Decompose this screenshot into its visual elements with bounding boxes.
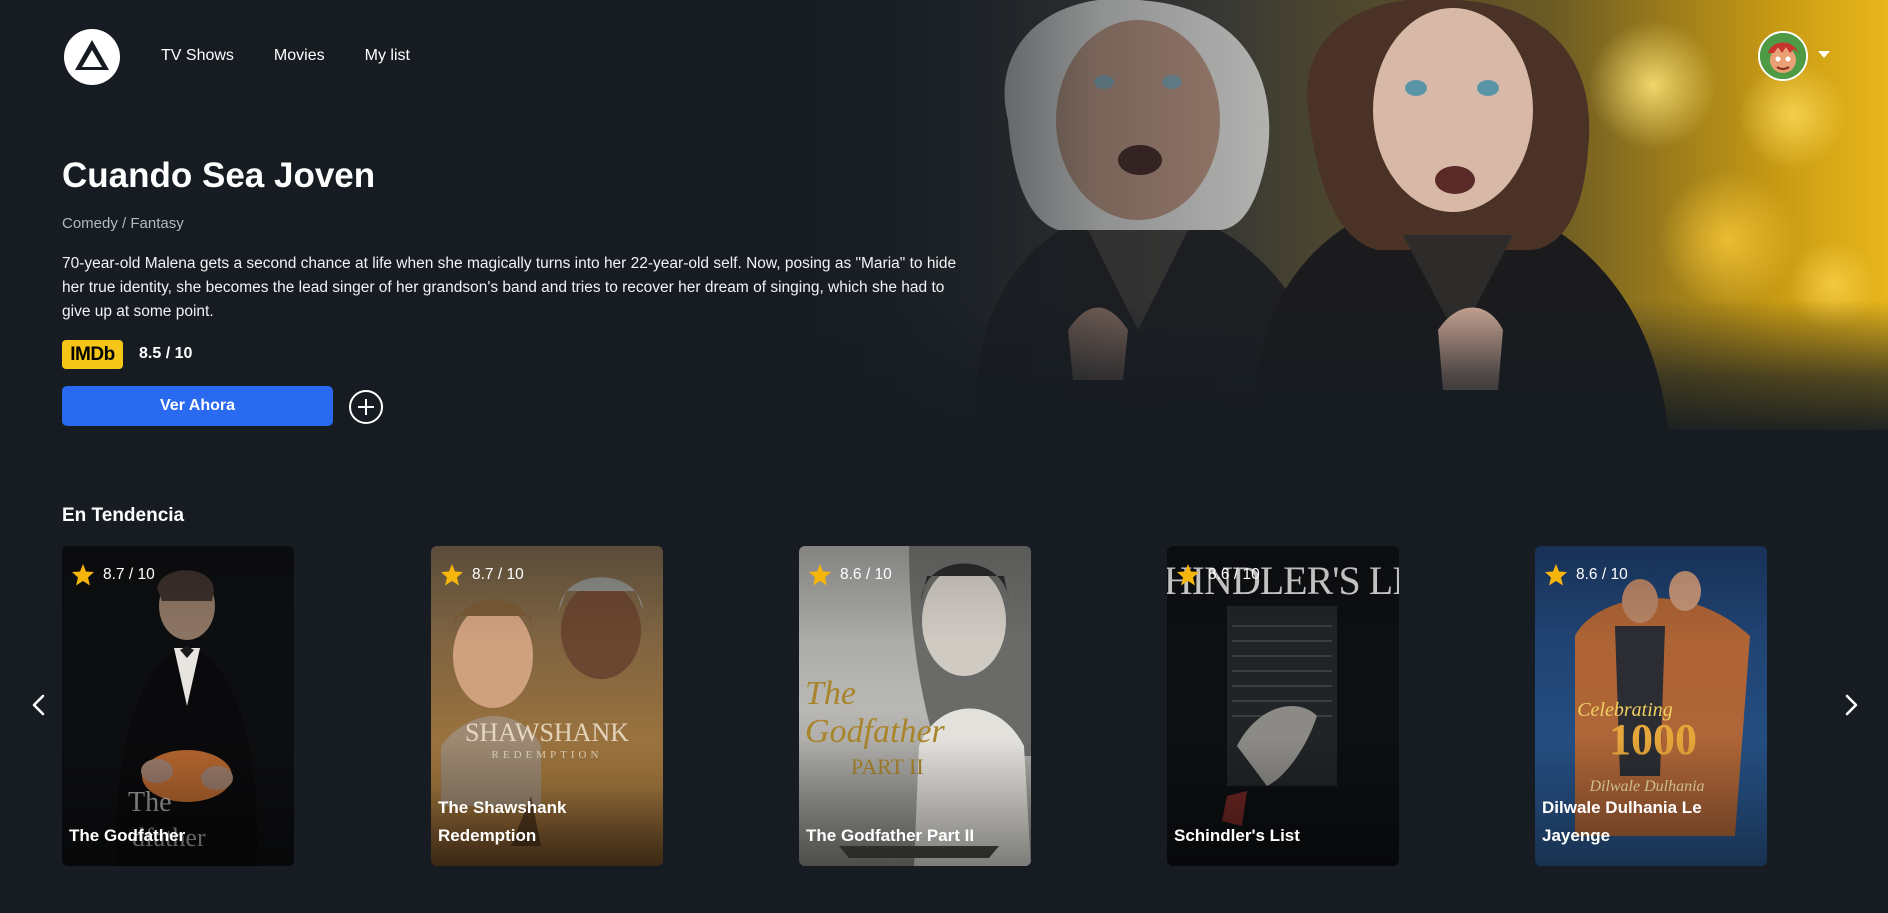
card-rating-value: 8.6 / 10 <box>1576 565 1628 583</box>
main-nav: TV Shows Movies My list <box>161 46 410 65</box>
movie-card[interactable]: SHAWSHANK REDEMPTION 8.7 / 10 The Shawsh… <box>431 546 663 866</box>
star-icon <box>72 564 94 586</box>
hero-title: Cuando Sea Joven <box>62 156 376 195</box>
card-title: Schindler's List <box>1174 826 1300 845</box>
card-rating: 8.6 / 10 <box>808 563 892 586</box>
nav-tv-shows[interactable]: TV Shows <box>161 46 234 65</box>
caret-down-icon[interactable] <box>1818 51 1830 58</box>
card-rating-value: 8.7 / 10 <box>472 565 524 583</box>
imdb-logo-icon: IMDb <box>62 340 123 369</box>
card-rating-value: 8.6 / 10 <box>840 565 892 583</box>
card-rating: 8.7 / 10 <box>71 563 155 586</box>
hero-genre: Comedy / Fantasy <box>62 215 184 232</box>
nav-movies[interactable]: Movies <box>274 46 325 65</box>
card-rating: 8.6 / 10 <box>1544 563 1628 586</box>
card-rating: 8.7 / 10 <box>440 563 524 586</box>
watch-now-button[interactable]: Ver Ahora <box>62 386 333 426</box>
top-navigation-bar: TV Shows Movies My list <box>0 0 1888 110</box>
movie-card[interactable]: The Godfather PART II 8.6 / 10 The Godfa… <box>799 546 1031 866</box>
hero-description: 70-year-old Malena gets a second chance … <box>62 255 957 320</box>
star-icon <box>441 564 463 586</box>
star-icon <box>1177 564 1199 586</box>
star-icon <box>809 564 831 586</box>
plus-circle-icon[interactable] <box>349 390 383 424</box>
chevron-right-icon[interactable] <box>1836 690 1866 720</box>
avatar-image <box>1760 33 1806 79</box>
card-title: The Shawshank Redemption <box>438 798 567 845</box>
trending-section-title: En Tendencia <box>62 505 185 526</box>
star-icon <box>1545 564 1567 586</box>
card-rating: 8.6 / 10 <box>1176 563 1260 586</box>
user-avatar[interactable] <box>1758 31 1808 81</box>
hero-rating: 8.5 / 10 <box>139 345 193 362</box>
movie-card[interactable]: SCHINDLER'S LIST 8.6 / 10 Schindler's Li… <box>1167 546 1399 866</box>
card-rating-value: 8.6 / 10 <box>1208 565 1260 583</box>
movie-card[interactable]: The dfather 8.7 / 10 The Godfather <box>62 546 294 866</box>
movie-card[interactable]: Celebrating 1000 Dilwale Dulhania 8.6 / … <box>1535 546 1767 866</box>
card-title: Dilwale Dulhania Le Jayenge <box>1542 798 1702 845</box>
streaming-home-page: TV Shows Movies My list Cuando Sea Joven… <box>0 0 1888 913</box>
card-title: The Godfather Part II <box>806 826 975 845</box>
card-rating-value: 8.7 / 10 <box>103 565 155 583</box>
triangle-logo-icon[interactable] <box>62 28 122 86</box>
card-title: The Godfather <box>69 826 186 845</box>
nav-my-list[interactable]: My list <box>365 46 410 65</box>
chevron-left-icon[interactable] <box>24 690 54 720</box>
